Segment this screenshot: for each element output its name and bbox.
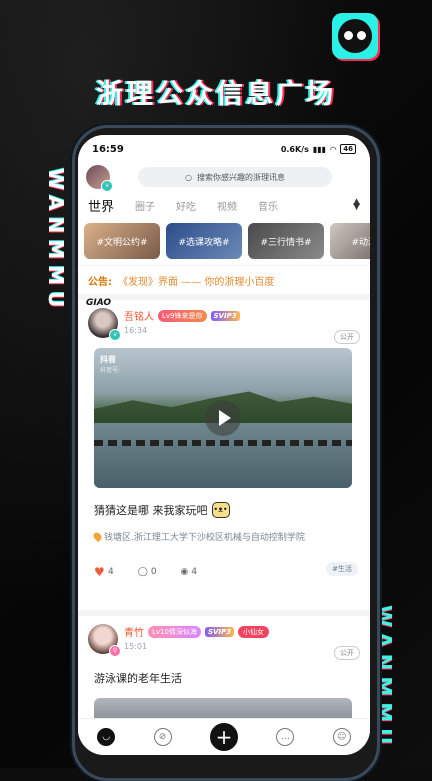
like-button[interactable]: ♥ 4 (94, 565, 114, 579)
post-image[interactable] (94, 698, 352, 718)
visibility-badge: 公开 (334, 330, 360, 344)
tab-video[interactable]: 视频 (217, 198, 237, 213)
message-icon[interactable]: … (276, 728, 295, 746)
app-logo-icon (332, 13, 378, 59)
video-thumbnail[interactable]: 抖音 抖音号: (94, 348, 352, 488)
topic-strip: #文明公约# #选课攻略# #三行情书# #动漫# (78, 219, 370, 265)
side-brand-left: WANMMU (44, 168, 68, 314)
bottom-navigation: ◡ ⊘ + … ☺ (78, 718, 370, 755)
signal-icon: ▮▮▮ (312, 144, 327, 154)
home-icon[interactable]: ◡ (97, 728, 116, 746)
profile-icon[interactable]: ☺ (332, 728, 351, 746)
comment-button[interactable]: ◯ 0 (138, 567, 157, 577)
location-text: 钱塘区.浙江理工大学下沙校区机械与自动控制学院 (104, 533, 305, 543)
search-input[interactable]: ○ 搜索你感兴趣的浙理讯息 (138, 167, 332, 187)
category-tabs: 世界 圈子 好吃 视频 音乐 ▲ ▼ (78, 191, 370, 219)
user-avatar[interactable]: GIAO v (86, 298, 121, 341)
topic-card[interactable]: #文明公约# (84, 223, 160, 259)
username[interactable]: 青竹 (124, 624, 144, 639)
view-count: 4 (191, 567, 198, 577)
level-badge: Lv10情深似海 (148, 625, 201, 638)
comment-count: 0 (150, 567, 157, 577)
post-caption: 猜猜这是哪 来我家玩吧 (94, 504, 208, 517)
search-icon: ○ (185, 172, 192, 182)
topic-card[interactable]: #动漫# (330, 223, 370, 259)
gender-icon: ♀ (109, 645, 121, 657)
post-actions: ♥4 ◯0 ◉4 ➦ (94, 565, 360, 579)
top-bar: v ○ 搜索你感兴趣的浙理讯息 (78, 163, 370, 192)
announcement-bar[interactable]: 公告: 《发现》界面 —— 你的浙理小百度 (78, 266, 370, 294)
sort-toggle-icon[interactable]: ▲ ▼ (353, 198, 360, 212)
svip-badge: SVIP3 (204, 626, 235, 637)
add-post-icon[interactable]: + (209, 723, 238, 751)
profile-avatar[interactable]: v (86, 165, 113, 192)
play-icon[interactable] (205, 400, 241, 436)
topic-card[interactable]: #三行情书# (248, 223, 324, 259)
tab-food[interactable]: 好吃 (176, 198, 196, 213)
location-pin-icon (91, 530, 104, 543)
post-location[interactable]: 钱塘区.浙江理工大学下沙校区机械与自动控制学院 (91, 530, 360, 543)
app-screen: 16:59 0.6K/s ▮▮▮ ◠ 46 v ○ 搜索你感兴趣的浙理讯息 世界… (78, 135, 370, 755)
announcement-text: 《发现》界面 —— 你的浙理小百度 (118, 276, 275, 288)
wifi-icon: ◠ (330, 144, 337, 154)
like-count: 4 (108, 567, 114, 577)
video-watermark-id: 抖音号: (100, 367, 121, 374)
verified-icon: v (109, 329, 121, 341)
post-time: 16:34 (124, 326, 148, 335)
title-badge: 小仙女 (238, 625, 270, 638)
svip-badge: SVIP3 (210, 310, 240, 321)
level-badge: Lv9锋来是你 (158, 309, 207, 322)
video-watermark: 抖音 (100, 355, 116, 364)
cat-emoji-icon: •ᴥ• (211, 502, 230, 518)
username[interactable]: 吾铭人 (124, 308, 154, 323)
post-time: 15:01 (124, 642, 148, 651)
feed-post[interactable]: GIAO v 吾铭人 Lv9锋来是你 SVIP3 16:34 公开 抖音 抖音号… (78, 298, 370, 610)
eye-icon: ◉ (180, 567, 189, 577)
tab-music[interactable]: 音乐 (258, 198, 278, 213)
network-speed: 0.6K/s (280, 144, 309, 154)
search-placeholder: 搜索你感兴趣的浙理讯息 (196, 172, 285, 182)
views-indicator: ◉ 4 (181, 567, 198, 577)
promo-headline: 浙理公众信息广场 (96, 79, 336, 110)
post-caption: 游泳课的老年生活 (94, 672, 182, 685)
comment-icon: ◯ (137, 567, 148, 577)
announcement-label: 公告: (88, 276, 112, 288)
compass-icon[interactable]: ⊘ (153, 728, 172, 746)
avatar-caption: GIAO (86, 298, 112, 308)
topic-card[interactable]: #选课攻略# (166, 223, 242, 259)
battery-icon: 46 (340, 144, 356, 154)
status-time: 16:59 (92, 143, 124, 155)
post-tag[interactable]: #生活 (326, 562, 358, 576)
heart-icon: ♥ (94, 565, 105, 579)
tab-circle[interactable]: 圈子 (135, 198, 155, 213)
status-bar: 16:59 0.6K/s ▮▮▮ ◠ 46 (78, 135, 370, 163)
user-avatar[interactable]: ♀ (88, 624, 121, 657)
tab-world[interactable]: 世界 (88, 196, 114, 215)
visibility-badge: 公开 (334, 646, 360, 660)
verified-icon: v (101, 180, 113, 192)
